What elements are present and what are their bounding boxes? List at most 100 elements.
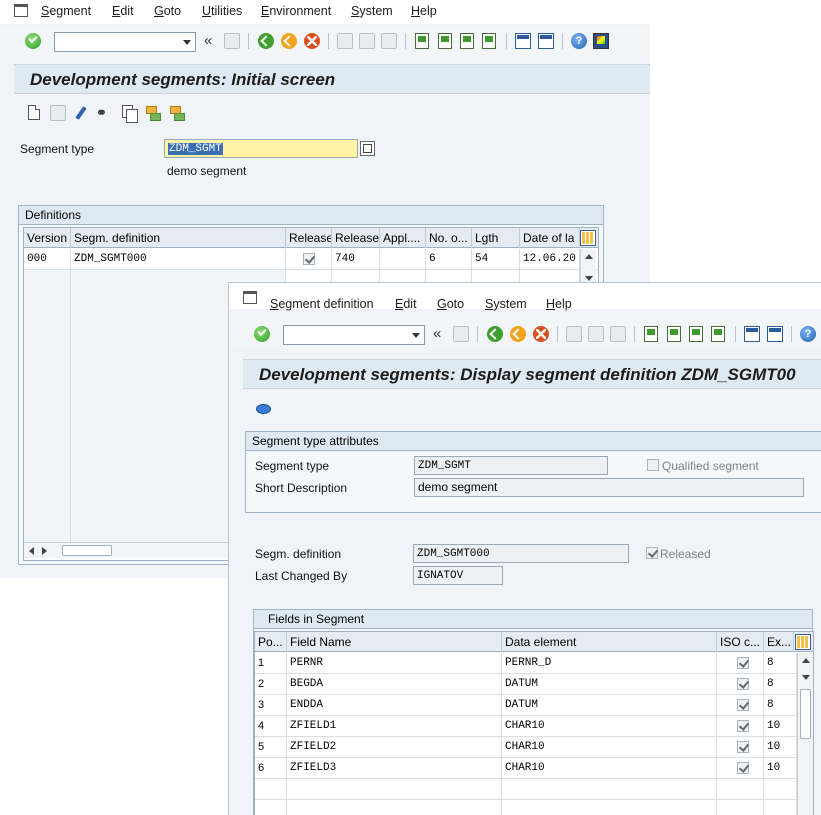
chevron-down-icon[interactable]	[412, 333, 420, 338]
help-icon[interactable]: ?	[571, 33, 587, 49]
menu-segment[interactable]: Segment	[41, 4, 91, 18]
cell-data-element	[502, 800, 717, 815]
menu-goto[interactable]: Goto	[154, 4, 181, 18]
exit-icon[interactable]	[281, 33, 297, 49]
save-icon[interactable]	[453, 326, 469, 342]
col-release[interactable]: Release	[332, 228, 380, 248]
menu-utilities[interactable]: Utilities	[202, 4, 242, 18]
menu-help[interactable]: Help	[546, 297, 572, 311]
table-row[interactable]: 3 ENDDA DATUM 8	[255, 695, 813, 716]
col-version[interactable]: Version	[24, 228, 71, 248]
exit-icon[interactable]	[510, 326, 526, 342]
col-no-of-fields[interactable]: No. o...	[426, 228, 472, 248]
col-field-name[interactable]: Field Name	[287, 632, 502, 652]
table-row[interactable]: 4 ZFIELD1 CHAR10 10	[255, 716, 813, 737]
display-icon[interactable]: ⚭	[96, 105, 112, 121]
other-definition-icon[interactable]	[255, 400, 271, 416]
transport-icon[interactable]	[144, 105, 161, 121]
scroll-down-icon[interactable]	[802, 675, 810, 680]
first-page-icon[interactable]	[415, 33, 429, 49]
print-icon[interactable]	[337, 33, 353, 49]
col-length[interactable]: Lgth	[472, 228, 520, 248]
collapse-icon[interactable]: «	[204, 32, 212, 49]
find-next-icon[interactable]	[381, 33, 397, 49]
command-field[interactable]	[54, 32, 196, 52]
table-row[interactable]: 2 BEGDA DATUM 8	[255, 674, 813, 695]
menu-environment[interactable]: Environment	[261, 4, 331, 18]
cell-no-of-fields: 6	[426, 249, 472, 270]
help-icon[interactable]: ?	[800, 326, 816, 342]
first-page-icon[interactable]	[644, 326, 658, 342]
menu-help[interactable]: Help	[411, 4, 437, 18]
next-page-icon[interactable]	[460, 33, 474, 49]
check-icon[interactable]	[254, 326, 270, 342]
value-help-icon[interactable]	[360, 141, 375, 156]
next-page-icon[interactable]	[689, 326, 703, 342]
scroll-thumb[interactable]	[800, 689, 811, 739]
table-row[interactable]: 000 ZDM_SGMT000 740 6 54 12.06.20	[24, 249, 598, 270]
scroll-up-icon[interactable]	[802, 658, 810, 663]
col-released[interactable]: Release	[286, 228, 332, 248]
edit-pencil-icon[interactable]	[73, 105, 89, 121]
scroll-thumb[interactable]	[62, 545, 112, 556]
col-segm-definition[interactable]: Segm. definition	[71, 228, 286, 248]
menu-edit[interactable]: Edit	[112, 4, 134, 18]
menu-edit[interactable]: Edit	[395, 297, 417, 311]
collapse-icon[interactable]: «	[433, 325, 441, 342]
back-icon[interactable]	[258, 33, 274, 49]
table-row[interactable]: 6 ZFIELD3 CHAR10 10	[255, 758, 813, 779]
find-next-icon[interactable]	[610, 326, 626, 342]
cell-ext-length: 8	[764, 695, 797, 716]
create-definition-icon[interactable]	[50, 105, 66, 121]
cell-version: 000	[24, 249, 71, 270]
released-checkbox[interactable]	[646, 547, 658, 559]
system-menu-icon[interactable]	[243, 291, 257, 304]
system-menu-icon[interactable]	[14, 4, 28, 17]
fields-vertical-scrollbar[interactable]	[797, 653, 813, 815]
col-date[interactable]: Date of la	[520, 228, 580, 248]
col-ext-length[interactable]: Ex...	[764, 632, 794, 652]
save-icon[interactable]	[224, 33, 240, 49]
segment-type-input[interactable]: ZDM_SGMT	[164, 139, 358, 158]
cancel-icon[interactable]	[304, 33, 320, 49]
column-settings-icon[interactable]	[580, 230, 596, 246]
shortcut-icon[interactable]	[538, 33, 554, 49]
create-icon[interactable]	[28, 105, 40, 120]
menu-goto[interactable]: Goto	[437, 297, 464, 311]
previous-page-icon[interactable]	[438, 33, 452, 49]
check-icon[interactable]	[25, 33, 41, 49]
print-icon[interactable]	[566, 326, 582, 342]
page-title: Development segments: Initial screen	[30, 70, 336, 89]
layout-icon[interactable]	[593, 33, 609, 49]
table-row[interactable]: 1 PERNR PERNR_D 8	[255, 653, 813, 674]
col-iso-code[interactable]: ISO c...	[717, 632, 764, 652]
menu-system[interactable]: System	[351, 4, 393, 18]
table-row[interactable]: 5 ZFIELD2 CHAR10 10	[255, 737, 813, 758]
last-page-icon[interactable]	[482, 33, 496, 49]
menu-system[interactable]: System	[485, 297, 527, 311]
shortcut-icon[interactable]	[767, 326, 783, 342]
col-position[interactable]: Po...	[255, 632, 287, 652]
scroll-down-icon[interactable]	[585, 276, 593, 281]
cell-released	[286, 249, 332, 270]
col-appl[interactable]: Appl....	[380, 228, 426, 248]
chevron-down-icon[interactable]	[183, 40, 191, 45]
cancel-icon[interactable]	[533, 326, 549, 342]
menu-segment-definition[interactable]: Segment definition	[270, 297, 374, 311]
find-icon[interactable]	[588, 326, 604, 342]
previous-page-icon[interactable]	[667, 326, 681, 342]
command-field[interactable]	[283, 325, 425, 345]
new-session-icon[interactable]	[744, 326, 760, 342]
hierarchy-icon[interactable]	[168, 105, 185, 121]
scroll-left-icon[interactable]	[29, 547, 34, 555]
col-data-element[interactable]: Data element	[502, 632, 717, 652]
scroll-up-icon[interactable]	[585, 254, 593, 259]
column-settings-icon[interactable]	[795, 634, 811, 650]
last-page-icon[interactable]	[711, 326, 725, 342]
new-session-icon[interactable]	[515, 33, 531, 49]
back-icon[interactable]	[487, 326, 503, 342]
scroll-right-icon[interactable]	[42, 547, 47, 555]
qualified-segment-checkbox[interactable]	[647, 459, 659, 471]
copy-icon[interactable]	[122, 105, 138, 123]
find-icon[interactable]	[359, 33, 375, 49]
